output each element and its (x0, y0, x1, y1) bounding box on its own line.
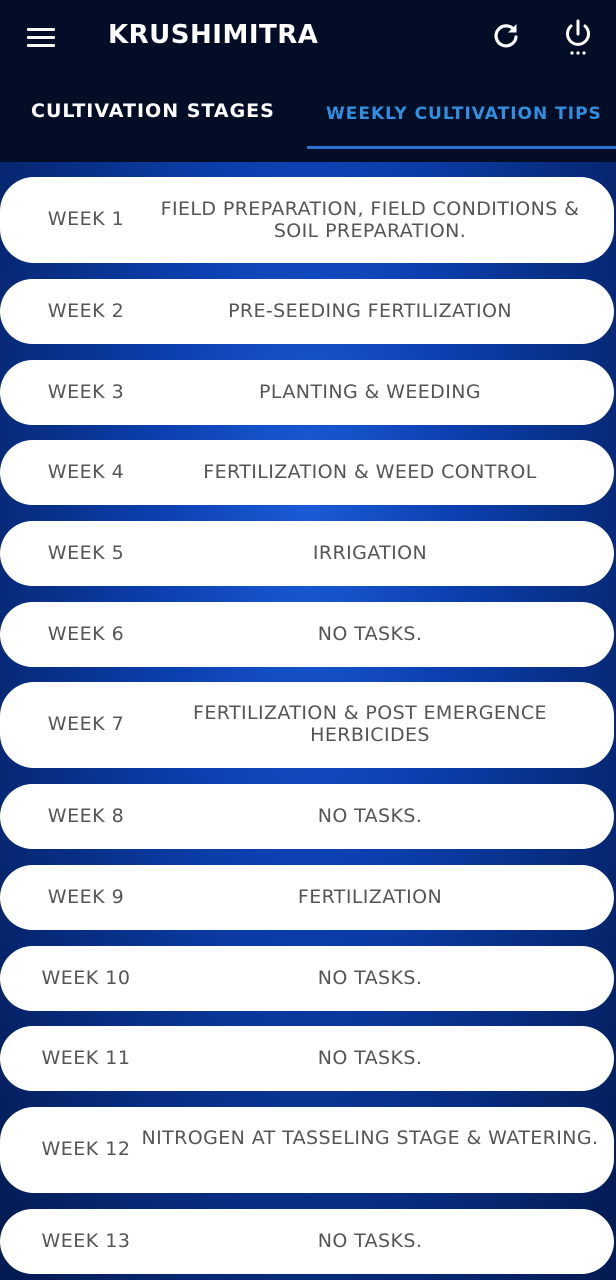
week-task: FERTILIZATION & POST EMERGENCE HERBICIDE… (193, 702, 547, 746)
refresh-icon[interactable] (490, 20, 522, 52)
week-task: NO TASKS. (317, 967, 423, 989)
week-task: NO TASKS. (317, 1230, 423, 1252)
week-card-1[interactable]: WEEK 1 FIELD PREPARATION, FIELD CONDITIO… (0, 177, 614, 263)
tab-cultivation-stages[interactable]: CULTIVATION STAGES (31, 100, 275, 122)
week-task: NO TASKS. (317, 623, 423, 645)
weekly-tips-list[interactable]: WEEK 1 FIELD PREPARATION, FIELD CONDITIO… (0, 162, 616, 1280)
app-title: KRUSHIMITRA (108, 20, 319, 50)
week-task: NITROGEN AT TASSELING STAGE & WATERING. (141, 1127, 599, 1149)
week-card-2[interactable]: WEEK 2 PRE-SEEDING FERTILIZATION (0, 279, 614, 344)
week-card-7[interactable]: WEEK 7 FERTILIZATION & POST EMERGENCE HE… (0, 682, 614, 768)
active-tab-indicator (307, 146, 616, 149)
week-card-4[interactable]: WEEK 4 FERTILIZATION & WEED CONTROL (0, 440, 614, 505)
tab-weekly-cultivation-tips[interactable]: WEEKLY CULTIVATION TIPS (326, 104, 602, 124)
power-icon[interactable] (561, 17, 595, 57)
week-task: FERTILIZATION & WEED CONTROL (203, 461, 537, 483)
week-card-8[interactable]: WEEK 8 NO TASKS. (0, 784, 614, 849)
week-card-5[interactable]: WEEK 5 IRRIGATION (0, 521, 614, 586)
week-card-11[interactable]: WEEK 11 NO TASKS. (0, 1026, 614, 1091)
top-header: KRUSHIMITRA CULTIVATION STAGES WEEKLY CU… (0, 0, 616, 162)
week-card-10[interactable]: WEEK 10 NO TASKS. (0, 946, 614, 1011)
menu-icon[interactable] (27, 25, 57, 49)
week-task: IRRIGATION (312, 542, 428, 564)
week-card-3[interactable]: WEEK 3 PLANTING & WEEDING (0, 360, 614, 425)
week-task: PRE-SEEDING FERTILIZATION (228, 300, 512, 322)
week-task: NO TASKS. (317, 1047, 423, 1069)
week-task: FIELD PREPARATION, FIELD CONDITIONS & SO… (160, 198, 580, 242)
week-card-13[interactable]: WEEK 13 NO TASKS. (0, 1209, 614, 1274)
week-card-6[interactable]: WEEK 6 NO TASKS. (0, 602, 614, 667)
week-card-9[interactable]: WEEK 9 FERTILIZATION (0, 865, 614, 930)
week-task: PLANTING & WEEDING (259, 381, 481, 403)
week-task: NO TASKS. (317, 805, 423, 827)
app-bar: KRUSHIMITRA (0, 0, 616, 78)
week-task: FERTILIZATION (297, 886, 443, 908)
week-card-12[interactable]: WEEK 12 NITROGEN AT TASSELING STAGE & WA… (0, 1107, 614, 1193)
